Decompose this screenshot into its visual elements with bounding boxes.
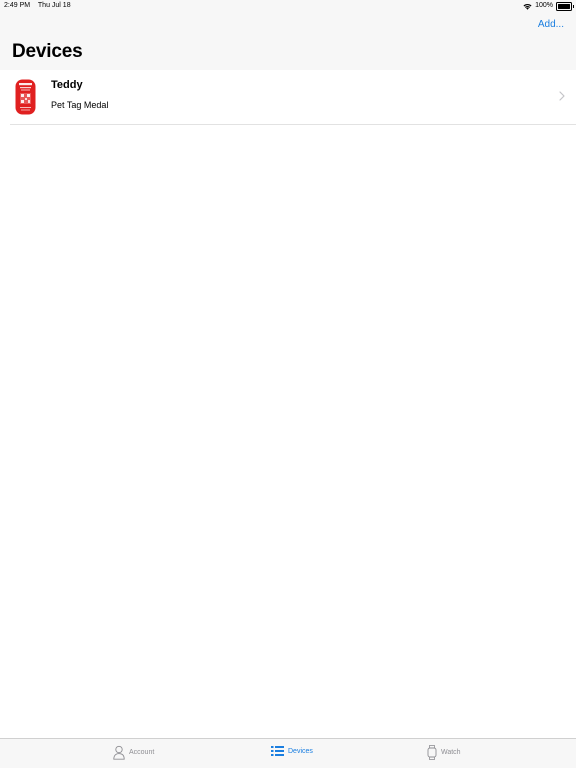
battery-percent: 100% xyxy=(535,2,553,9)
tab-devices-label: Devices xyxy=(288,747,313,755)
tab-devices[interactable]: Devices xyxy=(271,745,313,757)
tab-watch-label: Watch xyxy=(441,749,461,756)
device-row-teddy[interactable]: Teddy Pet Tag Medal xyxy=(0,70,576,125)
status-time: 2:49 PM xyxy=(4,2,31,9)
tab-account[interactable]: Account xyxy=(113,745,154,760)
status-bar: 2:49 PM Thu Jul 18 100% xyxy=(0,0,576,12)
wifi-icon xyxy=(523,3,532,10)
status-date: Thu Jul 18 xyxy=(37,2,71,9)
battery-icon xyxy=(556,1,574,11)
person-icon xyxy=(113,745,125,760)
navigation-header: 2:49 PM Thu Jul 18 100% Add... Devices xyxy=(0,0,576,71)
tab-account-label: Account xyxy=(129,749,155,756)
row-divider xyxy=(10,124,576,125)
device-type: Pet Tag Medal xyxy=(51,100,109,110)
pet-tag-thumbnail-icon xyxy=(15,79,36,115)
tab-bar: Account Devices Watch xyxy=(0,738,576,768)
list-icon xyxy=(271,746,284,756)
tab-watch[interactable]: Watch xyxy=(427,745,461,760)
status-left: 2:49 PM Thu Jul 18 xyxy=(4,0,77,12)
device-name: Teddy xyxy=(51,79,83,91)
status-right: 100% xyxy=(523,0,574,12)
page-title: Devices xyxy=(12,41,83,62)
battery-level xyxy=(558,3,570,9)
watch-icon xyxy=(427,745,437,760)
chevron-right-icon xyxy=(559,91,565,101)
add-button[interactable]: Add... xyxy=(538,19,564,30)
